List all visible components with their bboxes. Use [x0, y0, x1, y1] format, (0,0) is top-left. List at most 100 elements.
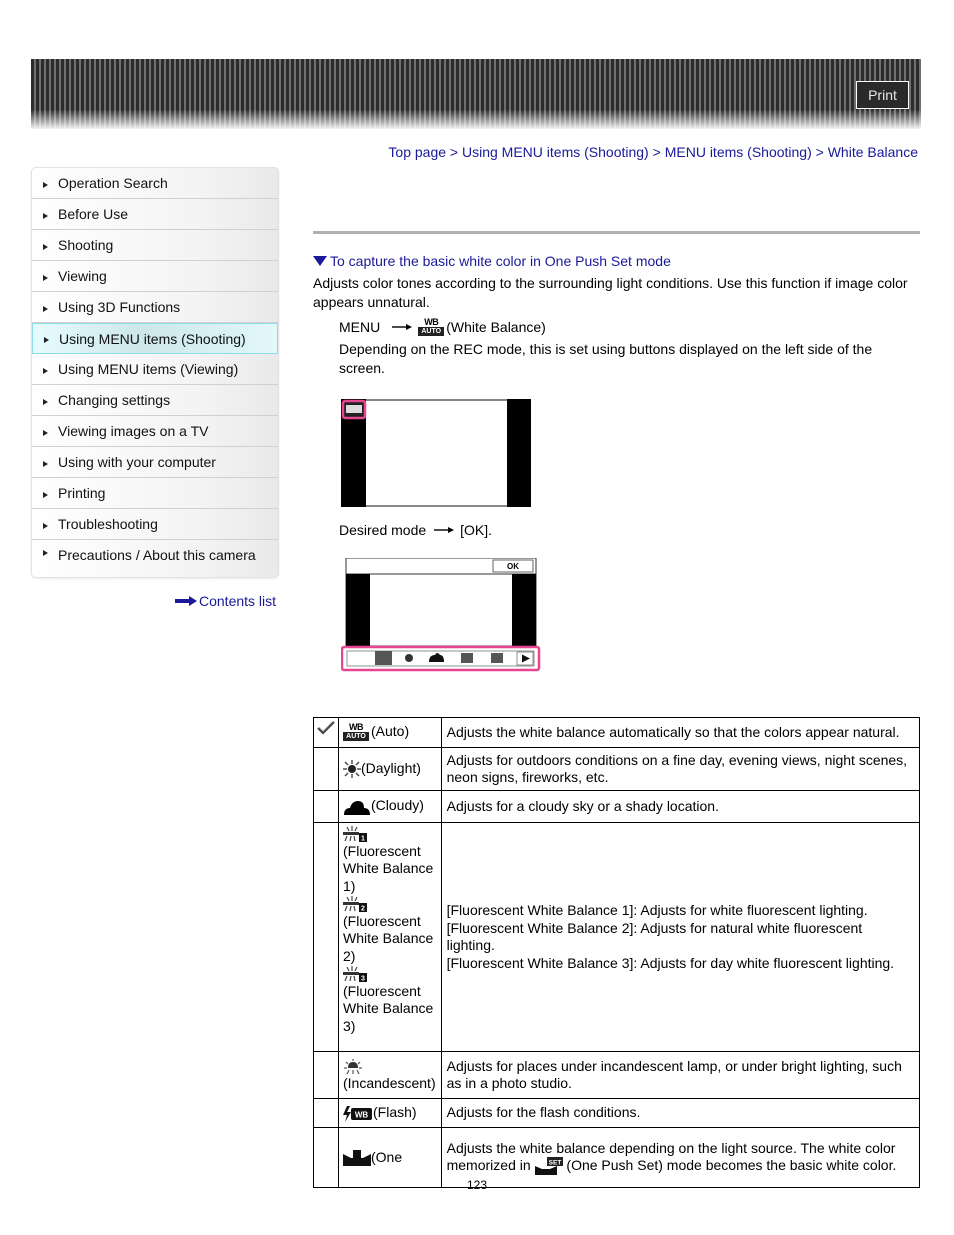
sidebar-item-computer[interactable]: Using with your computer — [32, 447, 278, 478]
sidebar-item-label: Operation Search — [58, 175, 168, 191]
table-row: (Cloudy) Adjusts for a cloudy sky or a s… — [313, 790, 921, 823]
triangle-right-icon — [43, 274, 48, 281]
fluorescent-3-icon: 3 — [343, 966, 367, 983]
menu-screen-illustration — [341, 399, 531, 507]
empty-check-cell — [313, 747, 339, 791]
sidebar-item-shooting[interactable]: Shooting — [32, 230, 278, 261]
breadcrumb-using-menu-shooting[interactable]: Using MENU items (Shooting) — [462, 144, 649, 160]
sidebar-item-operation-search[interactable]: Operation Search — [32, 168, 278, 199]
sidebar-item-viewing-tv[interactable]: Viewing images on a TV — [32, 416, 278, 447]
print-button[interactable]: Print — [856, 81, 909, 109]
triangle-right-icon — [43, 243, 48, 250]
table-row: WB (Flash) Adjusts for the flash conditi… — [313, 1098, 921, 1128]
ok-button-text: OK — [507, 562, 519, 571]
breadcrumb-separator: > — [815, 144, 824, 160]
wb-icon-text: WB — [424, 316, 439, 327]
sidebar-item-label: Viewing — [58, 268, 107, 284]
triangle-right-icon — [43, 398, 48, 405]
sidebar-item-troubleshooting[interactable]: Troubleshooting — [32, 509, 278, 540]
menu-label: MENU — [339, 319, 381, 335]
step-desired-mode: Desired mode [OK]. — [339, 522, 492, 538]
breadcrumb-white-balance[interactable]: White Balance — [828, 144, 918, 160]
daylight-icon — [405, 654, 413, 662]
auto-icon-text: AUTO — [343, 732, 369, 741]
mode-label: (Incandescent) — [343, 1075, 436, 1091]
one-push-set-link[interactable]: To capture the basic white color in One … — [313, 253, 920, 269]
mode-label: (Auto) — [371, 723, 410, 740]
sidebar-item-printing[interactable]: Printing — [32, 478, 278, 509]
intro-paragraph: Adjusts color tones according to the sur… — [313, 275, 908, 310]
empty-check-cell — [313, 1098, 339, 1128]
sidebar-item-label: Using MENU items (Shooting) — [59, 330, 246, 347]
breadcrumb: Top page > Using MENU items (Shooting) >… — [388, 144, 918, 160]
fluorescent-1-entry: 1 (Fluorescent White Balance 1) — [343, 825, 436, 895]
sidebar-item-label: Viewing images on a TV — [58, 423, 209, 439]
fluorescent-2-entry: 2 (Fluorescent White Balance 2) — [343, 895, 436, 965]
triangle-right-icon — [43, 212, 48, 219]
auto-icon-text: AUTO — [418, 326, 445, 336]
one-push-set-icon: SET — [534, 1157, 563, 1176]
mode-cell: WB (Flash) — [338, 1098, 442, 1128]
contents-list-link[interactable]: Contents list — [175, 593, 276, 609]
sidebar-item-label: Precautions / About this camera — [58, 547, 256, 563]
one-push-set-link-label: To capture the basic white color in One … — [330, 253, 671, 269]
sidebar-item-changing-settings[interactable]: Changing settings — [32, 385, 278, 416]
page-number: 123 — [467, 1178, 488, 1192]
table-row: (Daylight) Adjusts for outdoors conditio… — [313, 747, 921, 791]
white-balance-label: (White Balance) — [446, 319, 546, 335]
wb-auto-icon: WB AUTO — [418, 316, 445, 337]
mode-label: (One — [371, 1148, 403, 1165]
checkmark-icon — [317, 720, 335, 735]
desc-line: [Fluorescent White Balance 3]: Adjusts f… — [446, 954, 895, 971]
mode-label: (Flash) — [373, 1104, 417, 1121]
triangle-right-icon — [43, 429, 48, 436]
sidebar-item-menu-viewing[interactable]: Using MENU items (Viewing) — [32, 354, 278, 385]
mode-cell: (Cloudy) — [338, 790, 442, 823]
mode-cell: (Daylight) — [338, 747, 442, 791]
triangle-right-icon — [43, 550, 48, 556]
triangle-right-icon — [43, 522, 48, 529]
sidebar-item-menu-shooting[interactable]: Using MENU items (Shooting) — [32, 323, 278, 354]
breadcrumb-menu-items-shooting[interactable]: MENU items (Shooting) — [665, 144, 812, 160]
screen-bottom-edge — [366, 505, 507, 507]
desired-mode-label: Desired mode — [339, 522, 427, 538]
svg-text:3: 3 — [361, 976, 365, 983]
screen-left-bar — [346, 574, 370, 646]
header-banner: Print — [31, 59, 921, 129]
wb-auto-icon — [375, 651, 392, 665]
daylight-icon — [343, 760, 361, 779]
wb-icon-text: WB — [349, 722, 364, 732]
fluorescent-3-entry: 3 (Fluorescent White Balance 3) — [343, 965, 436, 1035]
sidebar-item-3d-functions[interactable]: Using 3D Functions — [32, 292, 278, 323]
sidebar-item-viewing[interactable]: Viewing — [32, 261, 278, 292]
desc-cell: Adjusts the white balance automatically … — [440, 717, 921, 748]
empty-check-cell — [313, 1127, 339, 1188]
triangle-right-icon — [44, 337, 49, 343]
table-row: (Incandescent) Adjusts for places under … — [313, 1051, 921, 1099]
checked-cell — [313, 717, 339, 748]
sidebar-item-label: Using MENU items (Viewing) — [58, 361, 239, 377]
mode-cell: (One — [338, 1127, 442, 1188]
svg-text:1: 1 — [361, 836, 365, 843]
mode-label: (Cloudy) — [371, 797, 424, 814]
fluorescent-2-icon: 2 — [343, 896, 367, 913]
svg-text:2: 2 — [361, 906, 365, 913]
sidebar-item-label: Using 3D Functions — [58, 299, 181, 315]
desc-cell: Adjusts for outdoors conditions on a fin… — [440, 747, 921, 791]
sidebar-item-precautions[interactable]: Precautions / About this camera — [32, 540, 278, 577]
svg-text:WB: WB — [355, 1110, 369, 1119]
desc-cell: Adjusts the white balance depending on t… — [440, 1127, 921, 1188]
breadcrumb-top-page[interactable]: Top page — [388, 144, 446, 160]
mode-cell: (Incandescent) — [338, 1051, 442, 1099]
desc-cell: Adjusts for the flash conditions. — [440, 1098, 921, 1128]
sidebar-item-label: Changing settings — [58, 392, 171, 408]
table-row: WB AUTO (Auto) Adjusts the white balance a… — [313, 717, 921, 748]
screen-right-bar — [507, 399, 531, 507]
sidebar-item-before-use[interactable]: Before Use — [32, 199, 278, 230]
desc-cell: Adjusts for a cloudy sky or a shady loca… — [440, 790, 921, 823]
fluorescent-1-icon — [461, 653, 473, 663]
mode-label: (Fluorescent White Balance 1) — [343, 842, 434, 894]
section-divider — [313, 231, 920, 234]
table-row: 1 (Fluorescent White Balance 1) 2 (Fluor… — [313, 822, 921, 1052]
desc-line: [Fluorescent White Balance 1]: Adjusts f… — [446, 902, 868, 918]
